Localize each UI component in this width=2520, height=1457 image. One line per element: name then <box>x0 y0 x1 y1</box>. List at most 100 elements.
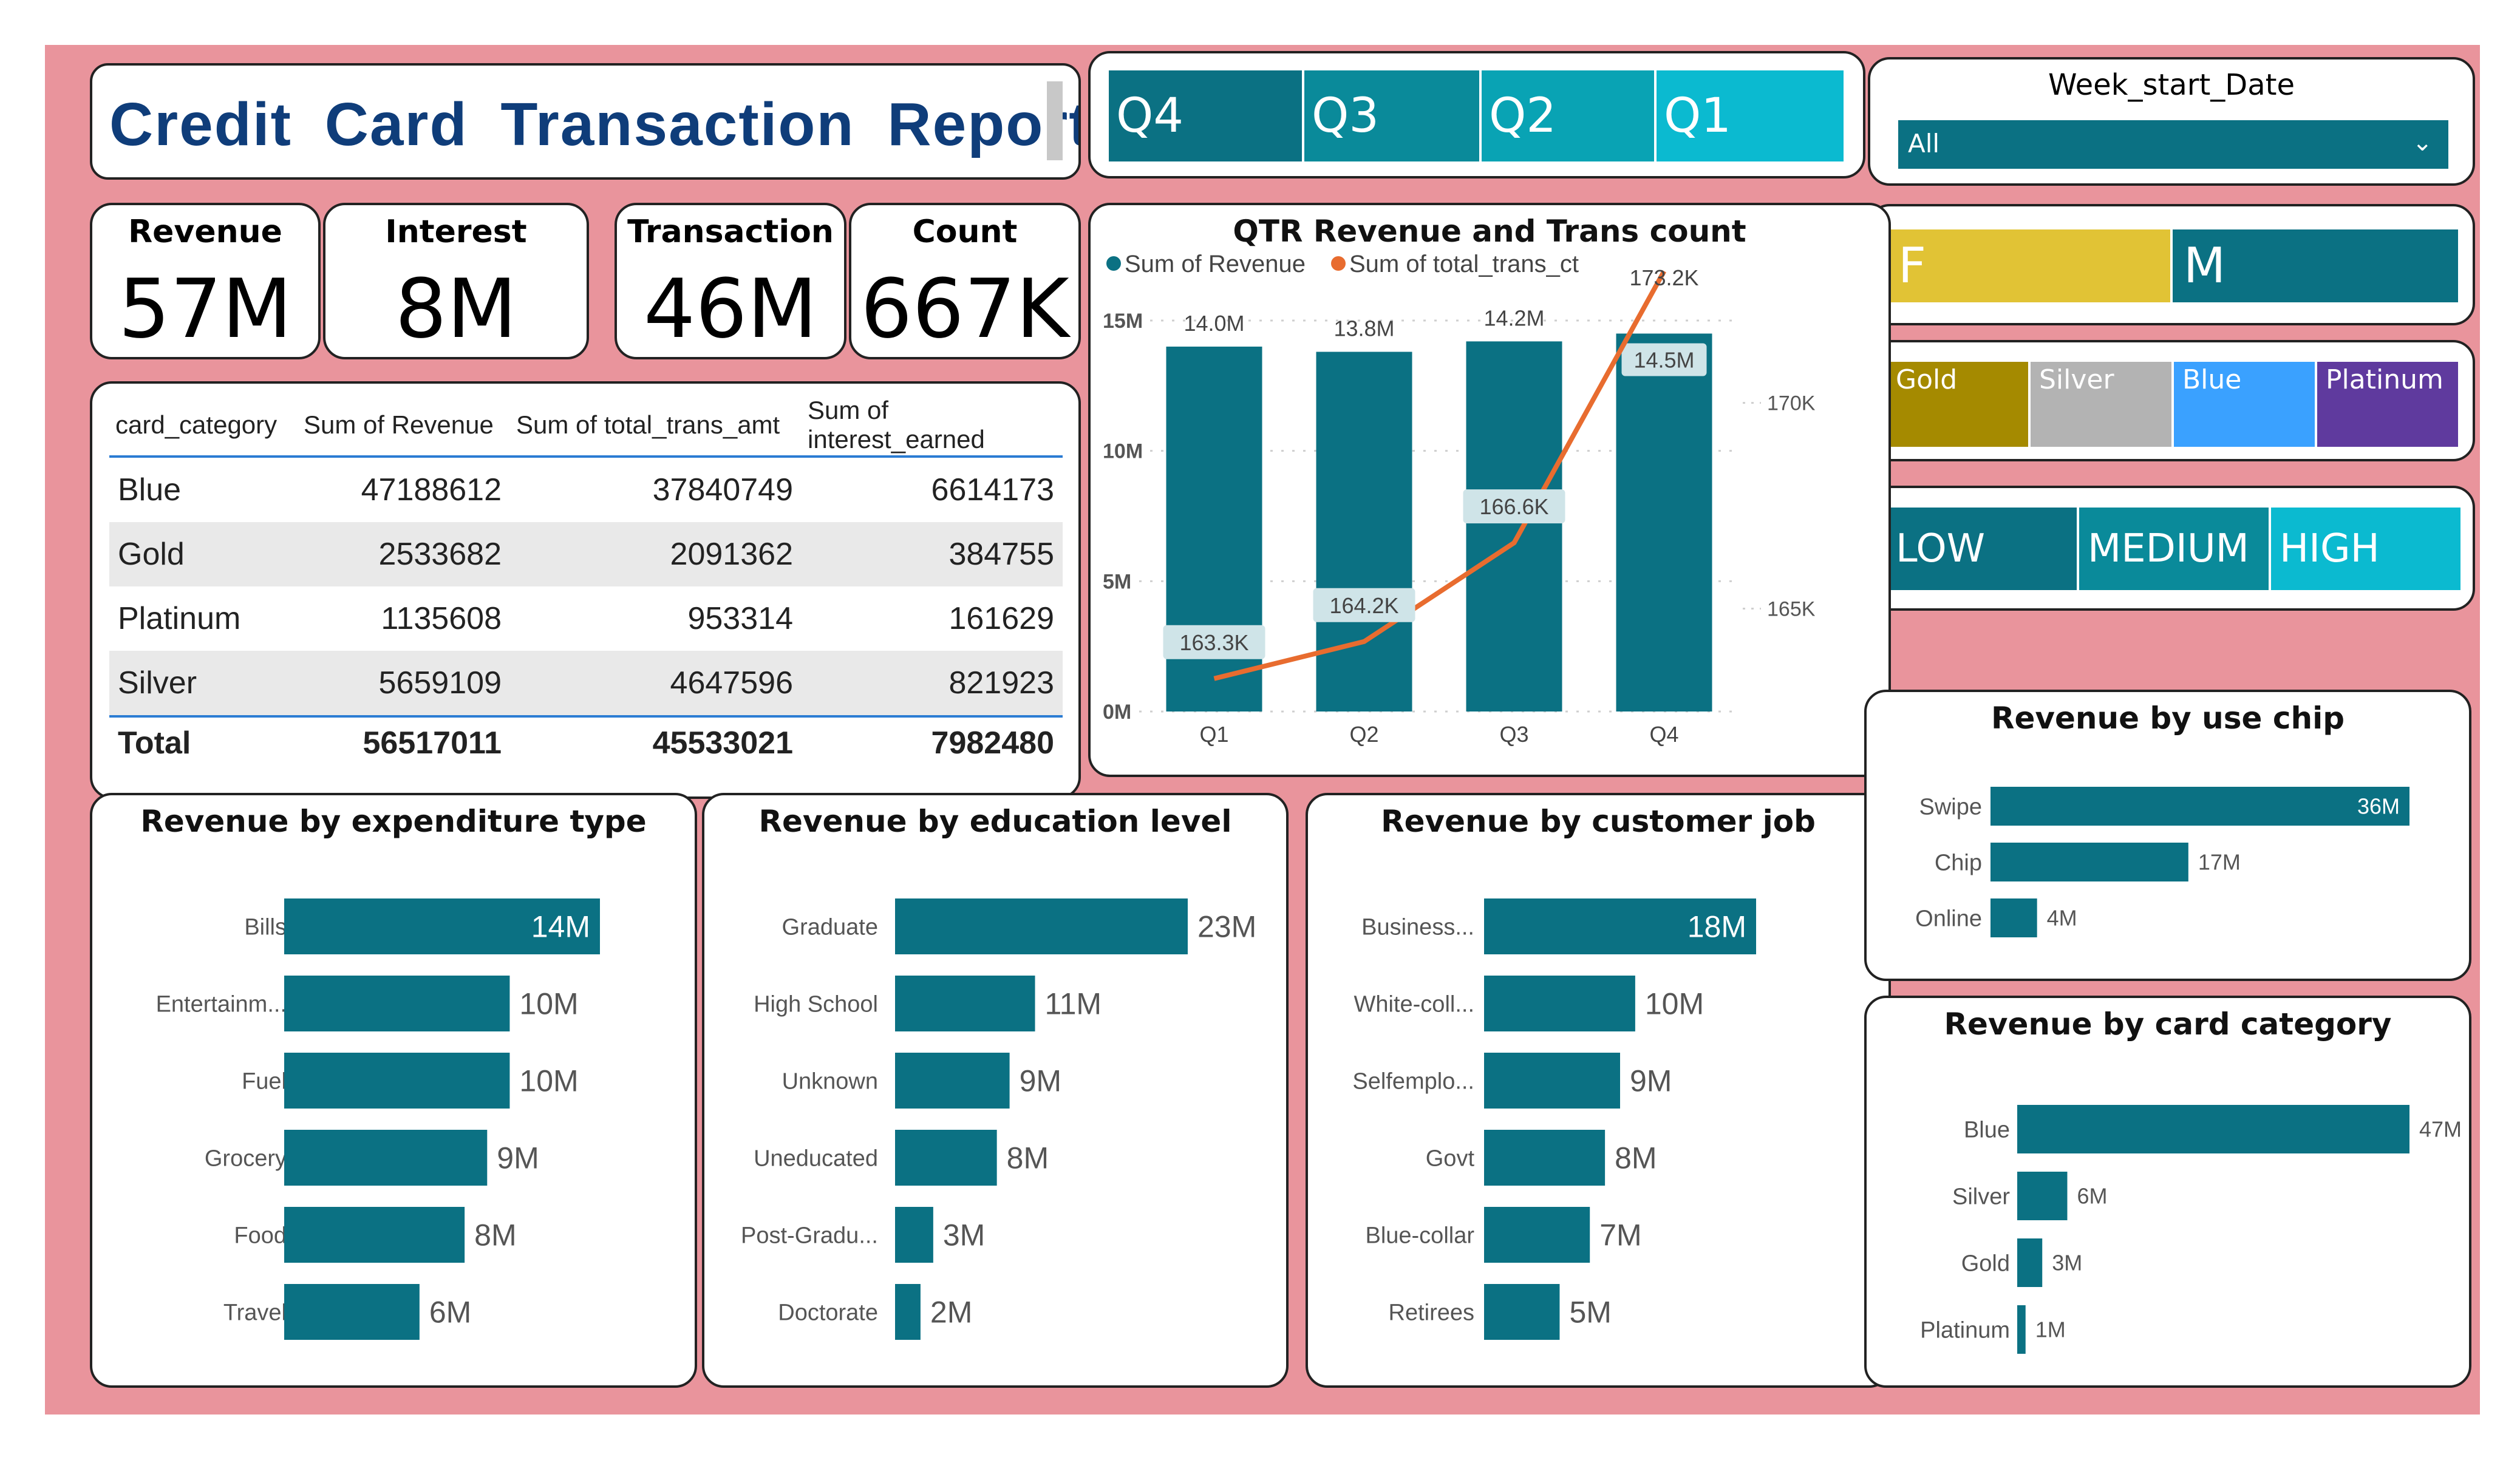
quarter-tiles: Q4 Q3 Q2 Q1 <box>1109 70 1844 161</box>
data-label: 10M <box>1645 987 1704 1021</box>
cell: 7982480 <box>802 715 1063 769</box>
week-filter-dropdown[interactable]: All ⌄ <box>1898 120 2448 169</box>
tile-q4[interactable]: Q4 <box>1109 70 1302 161</box>
data-label: 9M <box>1020 1064 1061 1098</box>
category-label: Online <box>1915 906 1982 931</box>
tile-low[interactable]: LOW <box>1887 508 2077 590</box>
tile-silver[interactable]: Silver <box>2031 362 2171 447</box>
job-chart: Business... 18M White-coll... 10M Selfemplo.… <box>1352 898 1756 1340</box>
category-label: Swipe <box>1919 794 1983 820</box>
income-slicer: LOW MEDIUM HIGH <box>1868 486 2475 611</box>
chart-title: QTR Revenue and Trans count <box>1233 214 1746 249</box>
bar <box>1484 1130 1606 1186</box>
category-label: Blue-collar <box>1365 1223 1474 1248</box>
col-revenue[interactable]: Sum of Revenue <box>298 395 510 458</box>
card-category-chart: Blue 47M Silver 6M Gold 3M Platinum 1M <box>1920 1105 2462 1354</box>
data-label: 9M <box>497 1141 539 1175</box>
week-filter-value: All <box>1908 129 1940 158</box>
line-data-label: 163.3K <box>1179 630 1248 655</box>
page-title: Credit Card Transaction Report <box>109 90 1081 158</box>
data-label: 7M <box>1599 1218 1641 1252</box>
job-chart-card: Revenue by customer job Business... 18M Wh… <box>1306 793 1891 1388</box>
title-scrollbar[interactable] <box>1047 81 1063 160</box>
x-tick-label: Q3 <box>1499 722 1528 747</box>
tile-high[interactable]: HIGH <box>2271 508 2460 590</box>
category-label: Business... <box>1361 914 1474 940</box>
bar <box>284 1053 510 1109</box>
category-tiles: Gold Silver Blue Platinum <box>1887 362 2458 447</box>
chevron-down-icon: ⌄ <box>2412 129 2433 157</box>
category-table-card: card_category Sum of Revenue Sum of tota… <box>90 381 1081 799</box>
cell: Blue <box>118 472 182 508</box>
table-row: Blue 47188612 37840749 6614173 <box>109 457 1063 522</box>
data-label: 11M <box>1045 987 1102 1021</box>
bar <box>2017 1238 2043 1287</box>
data-label: 17M <box>2198 850 2241 875</box>
use-chip-chart-card: Revenue by use chip Swipe 36M Chip 17M Onlin… <box>1864 690 2471 981</box>
line-data-label: 166.6K <box>1479 494 1548 519</box>
col-interest[interactable]: Sum of interest_earned <box>802 395 1063 458</box>
expenditure-chart-card: Revenue by expenditure type Bills 14M Ente… <box>90 793 697 1388</box>
legend-label: Sum of Revenue <box>1125 254 1306 277</box>
category-slicer: Gold Silver Blue Platinum <box>1868 340 2475 461</box>
y-tick-label: 5M <box>1103 570 1131 593</box>
category-table: card_category Sum of Revenue Sum of tota… <box>109 395 1063 769</box>
bar-data-label: 14.2M <box>1483 305 1544 330</box>
tile-blue[interactable]: Blue <box>2174 362 2315 447</box>
legend-marker <box>1106 256 1121 271</box>
bar <box>284 1284 420 1340</box>
tile-male[interactable]: M <box>2173 229 2458 302</box>
chart-title: Revenue by education level <box>758 804 1232 839</box>
chart-title: Revenue by customer job <box>1381 804 1816 839</box>
data-label: 5M <box>1569 1296 1611 1330</box>
y-tick-label: 15M <box>1103 310 1143 333</box>
line-data-label: 173.2K <box>1629 265 1698 290</box>
data-label: 9M <box>1630 1064 1672 1098</box>
week-filter-title: Week_start_Date <box>2048 68 2295 102</box>
bar-data-label: 13.8M <box>1333 316 1394 341</box>
tile-platinum[interactable]: Platinum <box>2317 362 2458 447</box>
bar <box>284 1207 465 1263</box>
tile-q2[interactable]: Q2 <box>1482 70 1654 161</box>
week-filter-card: Week_start_Date All ⌄ <box>1868 57 2475 186</box>
tile-gold[interactable]: Gold <box>1887 362 2028 447</box>
x-tick-label: Q4 <box>1649 722 1678 747</box>
col-trans-amt[interactable]: Sum of total_trans_amt <box>510 395 802 458</box>
bar <box>1484 976 1635 1031</box>
kpi-count: Count 667K <box>849 203 1081 359</box>
bar <box>895 1284 921 1340</box>
category-label: Bills <box>244 914 287 940</box>
category-label: Govt <box>1426 1146 1475 1171</box>
category-label: Platinum <box>1920 1317 2010 1343</box>
kpi-value: 8M <box>395 262 517 356</box>
tile-medium[interactable]: MEDIUM <box>2079 508 2269 590</box>
category-label: Chip <box>1935 850 1982 875</box>
cell: 6614173 <box>931 472 1054 508</box>
kpi-transaction: Transaction 46M <box>615 203 846 359</box>
col-card-category[interactable]: card_category <box>109 395 298 458</box>
chart-title: Revenue by card category <box>1944 1007 2392 1042</box>
kpi-value: 46M <box>643 262 818 356</box>
cell: 384755 <box>802 522 1063 586</box>
data-label: 3M <box>943 1218 985 1252</box>
category-label: Uneducated <box>754 1146 878 1171</box>
chart-title: Revenue by expenditure type <box>140 804 647 839</box>
bar <box>1990 787 2409 826</box>
bar-data-label: 14.5M <box>1633 347 1694 372</box>
cell: 2533682 <box>298 522 510 586</box>
tile-female[interactable]: F <box>1887 229 2170 302</box>
expenditure-chart: Bills 14M Entertainm... 10M Fuel 10M Grocery 9M… <box>156 898 600 1340</box>
data-label: 14M <box>531 910 590 944</box>
category-label: Unknown <box>782 1068 878 1094</box>
tile-q3[interactable]: Q3 <box>1304 70 1479 161</box>
x-tick-label: Q1 <box>1199 722 1228 747</box>
cell: 5659109 <box>298 651 510 716</box>
tile-q1[interactable]: Q1 <box>1657 70 1844 161</box>
bar <box>284 976 510 1031</box>
data-label: 18M <box>1687 910 1746 944</box>
category-label: Gold <box>1961 1251 2010 1276</box>
kpi-revenue: Revenue 57M <box>90 203 321 359</box>
gender-slicer: F M <box>1868 204 2475 325</box>
data-label: 8M <box>1615 1141 1657 1175</box>
category-label: Retirees <box>1389 1300 1475 1325</box>
